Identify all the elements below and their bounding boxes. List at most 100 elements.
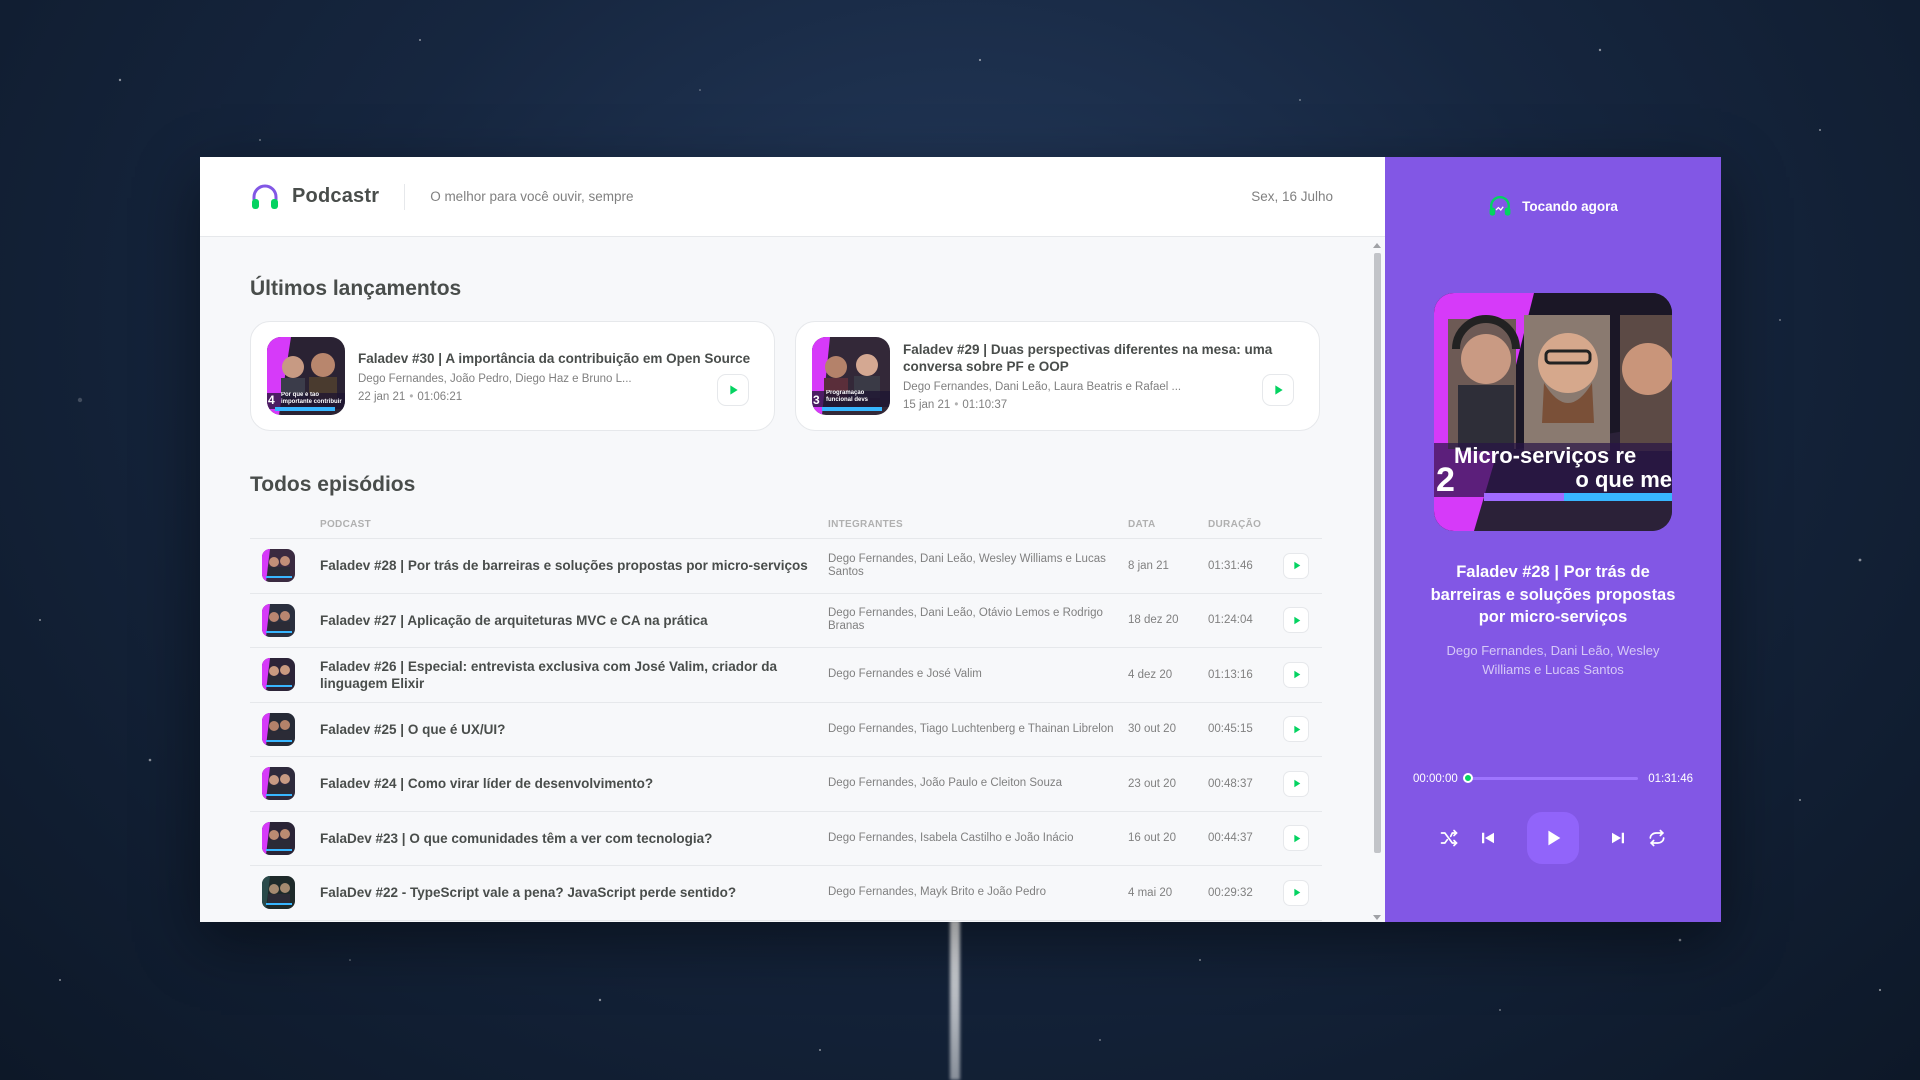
episode-cover-image bbox=[1434, 293, 1672, 531]
episode-title-link[interactable]: Faladev #28 | Por trás de barreiras e so… bbox=[320, 538, 828, 594]
play-icon bbox=[1270, 382, 1286, 398]
shuffle-icon bbox=[1440, 829, 1458, 846]
play-button[interactable] bbox=[1527, 811, 1579, 864]
episode-date: 4 mai 20 bbox=[1128, 865, 1208, 921]
table-row[interactable]: Faladev #24 | Como virar líder de desenv… bbox=[250, 756, 1322, 812]
table-header-row: Podcast Integrantes Data Duração bbox=[250, 519, 1322, 539]
cover-text-line2: o que me bbox=[1575, 467, 1672, 492]
episode-duration: 00:48:37 bbox=[1208, 756, 1283, 812]
table-row[interactable]: FalaDev #23 | O que comunidades têm a ve… bbox=[250, 811, 1322, 866]
episode-thumbnail[interactable]: Programação funcional devs orientados a … bbox=[812, 337, 890, 415]
now-playing-members: Dego Fernandes, Dani Leão, Wesley Willia… bbox=[1446, 642, 1660, 677]
episode-date: 23 out 20 bbox=[1128, 756, 1208, 812]
episode-thumbnail-image bbox=[262, 549, 295, 583]
play-episode-button[interactable] bbox=[1283, 825, 1309, 852]
episode-title-link[interactable]: Faladev #25 | O que é UX/UI? bbox=[320, 702, 828, 757]
episode-date: 16 out 20 bbox=[1128, 811, 1208, 866]
player-panel: Tocando agora Micro-serviços re o que me… bbox=[1385, 157, 1721, 922]
episode-title-link[interactable]: FalaDev #23 | O que comunidades têm a ve… bbox=[320, 811, 828, 866]
episode-thumbnail-image bbox=[262, 876, 295, 910]
all-episodes-title: Todos episódios bbox=[250, 473, 416, 496]
shuffle-button[interactable] bbox=[1437, 826, 1461, 850]
episode-thumbnail[interactable]: Por que é tão importante contribuir em O… bbox=[267, 337, 345, 415]
play-episode-button[interactable] bbox=[1283, 770, 1309, 797]
episode-thumbnail[interactable] bbox=[262, 712, 295, 746]
total-time: 01:31:46 bbox=[1648, 772, 1693, 785]
episode-duration: 01:06:21 bbox=[417, 390, 463, 403]
player-header: Tocando agora bbox=[1488, 194, 1618, 218]
play-episode-button[interactable] bbox=[1262, 374, 1294, 406]
episode-thumbnail[interactable] bbox=[262, 549, 295, 583]
scroll-down-arrow[interactable] bbox=[1373, 915, 1381, 920]
repeat-button[interactable] bbox=[1645, 826, 1669, 850]
episode-thumbnail[interactable] bbox=[262, 603, 295, 637]
content-scrollbar[interactable] bbox=[1372, 243, 1382, 920]
episode-title-link[interactable]: FalaDev #22 - TypeScript vale a pena? Ja… bbox=[320, 865, 828, 921]
episode-duration: 00:45:15 bbox=[1208, 702, 1283, 757]
column-members: Integrantes bbox=[828, 519, 1128, 539]
play-icon bbox=[725, 382, 741, 398]
episode-thumbnail[interactable] bbox=[262, 876, 295, 910]
now-playing-label: Tocando agora bbox=[1522, 198, 1618, 214]
column-date: Data bbox=[1128, 519, 1208, 539]
app-tagline: O melhor para você ouvir, sempre bbox=[430, 189, 634, 204]
progress-bar: 00:00:00 01:31:46 bbox=[1413, 773, 1693, 785]
episode-thumbnail[interactable] bbox=[262, 658, 295, 692]
episode-date: 18 dez 20 bbox=[1128, 593, 1208, 648]
progress-handle[interactable] bbox=[1462, 773, 1473, 783]
play-icon bbox=[1290, 832, 1303, 845]
episode-members: Dego Fernandes, Tiago Luchtenberg e Thai… bbox=[828, 702, 1128, 757]
episode-duration: 00:44:37 bbox=[1208, 811, 1283, 866]
episode-duration: 01:13:16 bbox=[1208, 647, 1283, 703]
table-row[interactable]: Faladev #28 | Por trás de barreiras e so… bbox=[250, 538, 1322, 594]
play-icon bbox=[1290, 614, 1303, 627]
logo[interactable]: Podcastr bbox=[250, 182, 379, 212]
table-row[interactable]: Faladev #26 | Especial: entrevista exclu… bbox=[250, 647, 1322, 703]
thumbnail-caption: Programação funcional devs orientados a … bbox=[826, 390, 869, 403]
play-icon bbox=[1290, 723, 1303, 736]
play-episode-button[interactable] bbox=[717, 374, 749, 406]
previous-button[interactable] bbox=[1476, 826, 1500, 850]
table-row[interactable]: FalaDev #22 - TypeScript vale a pena? Ja… bbox=[250, 865, 1322, 921]
play-icon bbox=[1548, 830, 1561, 845]
play-episode-button[interactable] bbox=[1283, 607, 1309, 634]
episode-cover: Micro-serviços re o que me 2 bbox=[1434, 293, 1672, 531]
scroll-up-arrow[interactable] bbox=[1373, 243, 1381, 248]
player-controls bbox=[1437, 811, 1669, 864]
latest-episode-card[interactable]: Por que é tão importante contribuir em O… bbox=[250, 321, 775, 431]
episode-title-link[interactable]: Faladev #24 | Como virar líder de desenv… bbox=[320, 756, 828, 812]
episode-members: Dego Fernandes, Isabela Castilho e João … bbox=[828, 811, 1128, 866]
episode-thumbnail-image bbox=[262, 821, 295, 855]
play-episode-button[interactable] bbox=[1283, 716, 1309, 743]
progress-slider[interactable] bbox=[1462, 773, 1639, 783]
episode-title-link[interactable]: Faladev #29 | Duas perspectivas diferent… bbox=[903, 341, 1299, 375]
episode-meta: 15 jan 21 • 01:10:37 bbox=[903, 399, 1008, 411]
repeat-icon bbox=[1649, 829, 1665, 846]
scroll-thumb[interactable] bbox=[1374, 253, 1381, 853]
episode-thumbnail-image bbox=[262, 658, 295, 692]
current-date: Sex, 16 Julho bbox=[1251, 189, 1333, 204]
episode-title-link[interactable]: Faladev #30 | A importância da contribui… bbox=[358, 350, 754, 367]
episodes-table: Podcast Integrantes Data Duração Faladev… bbox=[250, 519, 1322, 921]
play-icon bbox=[1290, 886, 1303, 899]
latest-episode-card[interactable]: Programação funcional devs orientados a … bbox=[795, 321, 1320, 431]
episode-meta: 22 jan 21 • 01:06:21 bbox=[358, 390, 463, 403]
play-episode-button[interactable] bbox=[1283, 661, 1309, 688]
table-row[interactable]: Faladev #27 | Aplicação de arquiteturas … bbox=[250, 593, 1322, 648]
play-episode-button[interactable] bbox=[1283, 552, 1309, 579]
episode-title-link[interactable]: Faladev #26 | Especial: entrevista exclu… bbox=[320, 647, 828, 703]
episode-members: Dego Fernandes, João Paulo e Cleiton Sou… bbox=[828, 756, 1128, 812]
episode-thumbnail-image bbox=[262, 767, 295, 801]
next-button[interactable] bbox=[1606, 826, 1630, 850]
play-episode-button[interactable] bbox=[1283, 879, 1309, 906]
content-area: Últimos lançamentos Por que é tão import… bbox=[200, 237, 1385, 922]
table-row[interactable]: Faladev #25 | O que é UX/UI? Dego Fernand… bbox=[250, 702, 1322, 757]
episode-members: Dego Fernandes, Dani Leão, Otávio Lemos … bbox=[828, 593, 1128, 648]
cover-text-line1: Micro-serviços re bbox=[1454, 443, 1637, 468]
episode-duration: 00:29:32 bbox=[1208, 865, 1283, 921]
episode-title-link[interactable]: Faladev #27 | Aplicação de arquiteturas … bbox=[320, 593, 828, 648]
episode-thumbnail[interactable] bbox=[262, 767, 295, 801]
episode-thumbnail[interactable] bbox=[262, 821, 295, 855]
app-name: Podcastr bbox=[292, 185, 380, 207]
thumbnail-number: 3 bbox=[813, 393, 820, 407]
